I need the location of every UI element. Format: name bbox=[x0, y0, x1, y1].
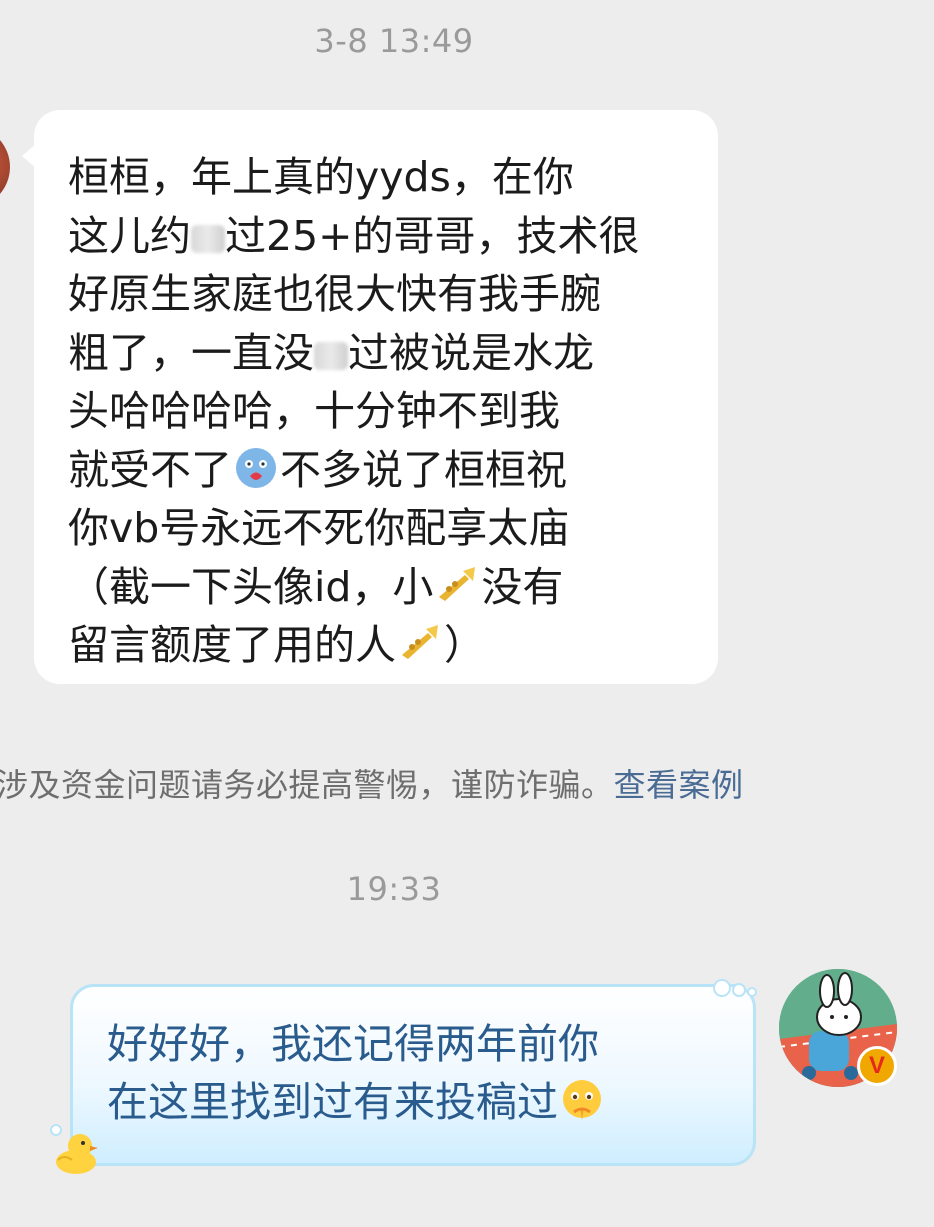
trumpet-emoji-icon bbox=[402, 625, 438, 659]
sender-avatar[interactable] bbox=[0, 126, 10, 208]
outgoing-message-text: 好好好，我还记得两年前你 在这里找到过有来投稿过 bbox=[107, 1015, 727, 1131]
incoming-message-text: 桓桓，年上真的yyds，在你 这儿约 过25+的哥哥，技术很 好原生家庭也很大快有… bbox=[68, 153, 640, 669]
duck-sticker-icon bbox=[50, 1124, 98, 1174]
pleading-pray-emoji-icon bbox=[563, 1080, 601, 1120]
message-timestamp: 3-8 13:49 bbox=[314, 22, 474, 60]
bubble-decoration-icon bbox=[713, 979, 757, 997]
fraud-warning-notice: 涉及资金问题请务必提高警惕，谨防诈骗。查看案例 bbox=[0, 760, 744, 806]
redacted-mark bbox=[314, 341, 348, 370]
outgoing-message-bubble[interactable]: 好好好，我还记得两年前你 在这里找到过有来投稿过 bbox=[70, 984, 756, 1166]
message-timestamp: 19:33 bbox=[346, 870, 442, 908]
verified-badge: V bbox=[857, 1046, 897, 1086]
incoming-message-bubble[interactable]: 桓桓，年上真的yyds，在你 这儿约 过25+的哥哥，技术很 好原生家庭也很大快有… bbox=[22, 110, 718, 684]
trumpet-emoji-icon bbox=[439, 566, 476, 601]
blue-face-heart-emoji-icon bbox=[236, 447, 276, 488]
chat-screen: 3-8 13:49 桓桓，年上真的yyds，在你 这儿约 过25+的哥哥，技术很 … bbox=[0, 0, 934, 1227]
fraud-warning-text: 涉及资金问题请务必提高警惕，谨防诈骗。 bbox=[0, 766, 614, 804]
view-cases-link[interactable]: 查看案例 bbox=[614, 766, 744, 804]
redacted-mark bbox=[191, 224, 225, 253]
